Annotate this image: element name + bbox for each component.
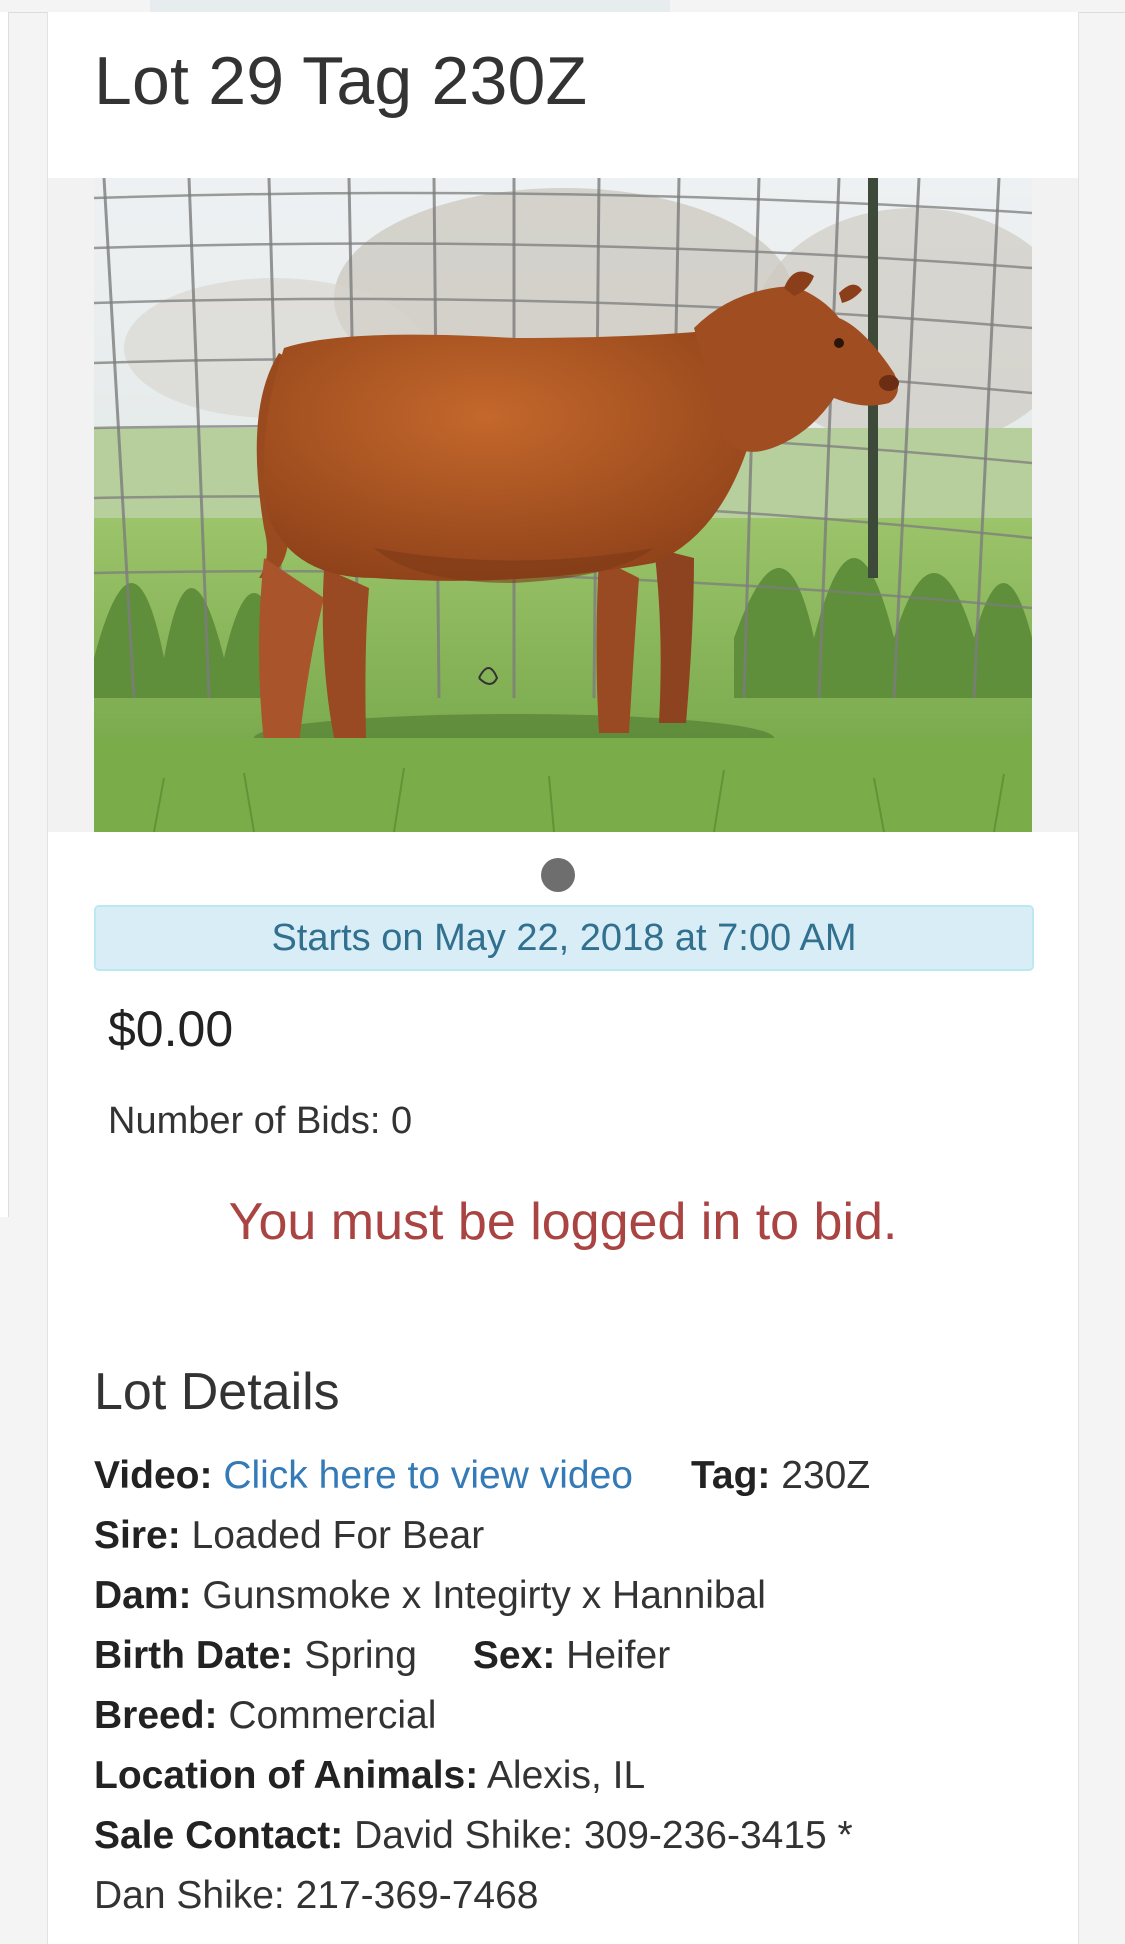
- birth-date-label: Birth Date:: [94, 1634, 294, 1677]
- breed-value: Commercial: [228, 1694, 437, 1737]
- detail-row-video-tag: Video: Click here to view video Tag: 230Z: [94, 1454, 870, 1498]
- sex-value: Heifer: [566, 1634, 671, 1677]
- detail-row-birth-sex: Birth Date: Spring Sex: Heifer: [94, 1634, 670, 1678]
- detail-row-contact: Sale Contact: David Shike: 309-236-3415 …: [94, 1814, 853, 1858]
- dam-label: Dam:: [94, 1574, 192, 1617]
- tag-value: 230Z: [781, 1454, 871, 1497]
- detail-row-sire: Sire: Loaded For Bear: [94, 1514, 484, 1558]
- detail-row-dam: Dam: Gunsmoke x Integirty x Hannibal: [94, 1574, 766, 1618]
- breed-label: Breed:: [94, 1694, 218, 1737]
- current-price: $0.00: [108, 1001, 234, 1057]
- tag-label: Tag:: [690, 1454, 771, 1497]
- sire-label: Sire:: [94, 1514, 181, 1557]
- location-label: Location of Animals:: [94, 1754, 479, 1797]
- login-required-message: You must be logged in to bid.: [228, 1193, 898, 1251]
- lot-panel: Lot 29 Tag 230Z Starts on May 22, 2018 a…: [47, 12, 1079, 1944]
- lot-title: Lot 29 Tag 230Z: [94, 43, 588, 119]
- lot-photo[interactable]: [94, 178, 1032, 832]
- lot-details-heading: Lot Details: [94, 1363, 340, 1421]
- bid-count: Number of Bids: 0: [108, 1100, 413, 1142]
- detail-row-breed: Breed: Commercial: [94, 1694, 436, 1738]
- sale-contact-value: David Shike: 309-236-3415 *: [354, 1814, 853, 1857]
- auction-start-banner: Starts on May 22, 2018 at 7:00 AM: [94, 905, 1034, 971]
- birth-date-value: Spring: [304, 1634, 417, 1677]
- view-video-link[interactable]: Click here to view video: [223, 1454, 633, 1497]
- previous-panel-edge: [0, 12, 9, 1217]
- dam-value: Gunsmoke x Integirty x Hannibal: [202, 1574, 766, 1617]
- detail-row-contact-2: Dan Shike: 217-369-7468: [94, 1874, 538, 1918]
- carousel-indicator-dot[interactable]: [541, 858, 575, 892]
- video-label: Video:: [94, 1454, 213, 1497]
- location-value: Alexis, IL: [486, 1754, 646, 1797]
- sex-label: Sex:: [472, 1634, 556, 1677]
- sale-contact-label: Sale Contact:: [94, 1814, 344, 1857]
- sire-value: Loaded For Bear: [191, 1514, 485, 1557]
- detail-row-location: Location of Animals: Alexis, IL: [94, 1754, 645, 1798]
- sale-contact-value-2: Dan Shike: 217-369-7468: [94, 1874, 539, 1917]
